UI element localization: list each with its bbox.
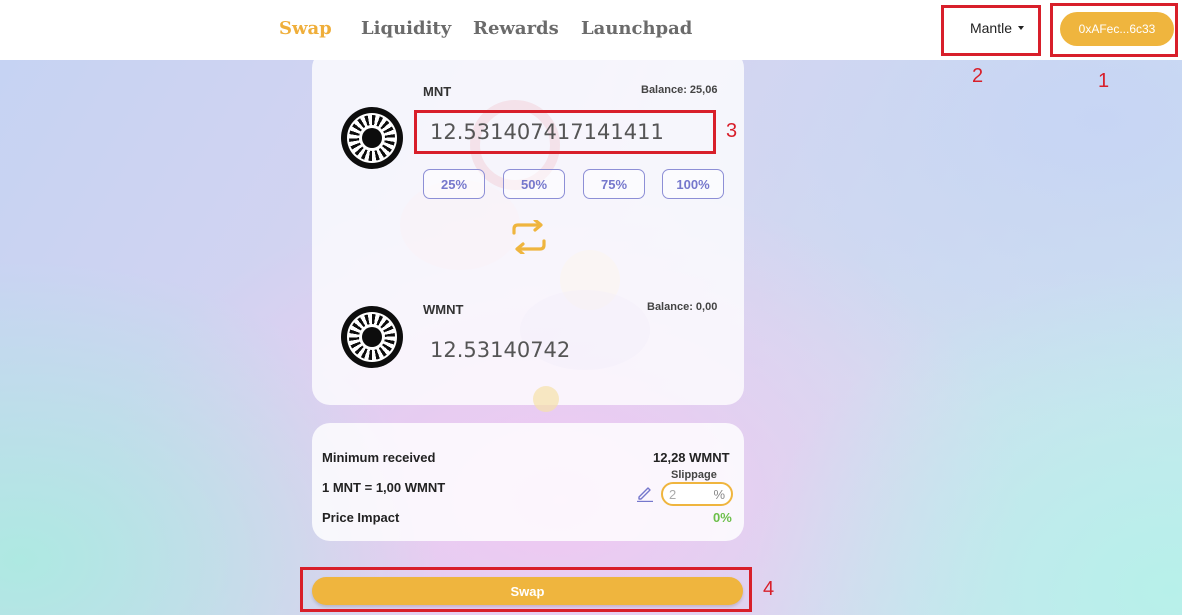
nav-swap[interactable]: Swap [279, 18, 332, 39]
decorative-coin [533, 386, 559, 412]
from-balance: Balance: 25,06 [641, 84, 718, 96]
min-received-label: Minimum received [322, 450, 436, 465]
annotation-box-2 [941, 5, 1041, 56]
nav-rewards[interactable]: Rewards [473, 18, 559, 39]
to-balance: Balance: 0,00 [647, 301, 718, 313]
from-token-name: MNT [423, 84, 452, 99]
price-impact-value: 0% [713, 510, 732, 525]
slippage-input[interactable]: 2 % [661, 482, 733, 506]
price-impact-label: Price Impact [322, 510, 400, 525]
to-amount-input[interactable] [430, 336, 710, 364]
exchange-rate: 1 MNT = 1,00 WMNT [322, 480, 446, 495]
annotation-label-3: 3 [726, 120, 738, 142]
nav-liquidity[interactable]: Liquidity [361, 18, 451, 39]
to-token-name: WMNT [423, 302, 464, 317]
slippage-label: Slippage [671, 469, 717, 481]
mnt-token-icon [341, 107, 403, 169]
swap-direction-icon[interactable] [510, 220, 548, 254]
slippage-unit: % [713, 486, 725, 502]
annotation-label-4: 4 [763, 578, 775, 600]
annotation-box-3 [414, 110, 716, 154]
percent-25-button[interactable]: 25% [423, 169, 485, 199]
annotation-label-2: 2 [972, 65, 984, 87]
nav-launchpad[interactable]: Launchpad [581, 18, 692, 39]
annotation-box-4 [300, 567, 752, 612]
min-received-value: 12,28 WMNT [653, 450, 730, 465]
percent-100-button[interactable]: 100% [662, 169, 724, 199]
percent-75-button[interactable]: 75% [583, 169, 645, 199]
annotation-label-1: 1 [1098, 70, 1110, 92]
percent-50-button[interactable]: 50% [503, 169, 565, 199]
edit-pencil-icon[interactable] [636, 484, 654, 502]
wmnt-token-icon [341, 306, 403, 368]
annotation-box-1 [1050, 3, 1178, 57]
slippage-value: 2 [669, 486, 677, 502]
